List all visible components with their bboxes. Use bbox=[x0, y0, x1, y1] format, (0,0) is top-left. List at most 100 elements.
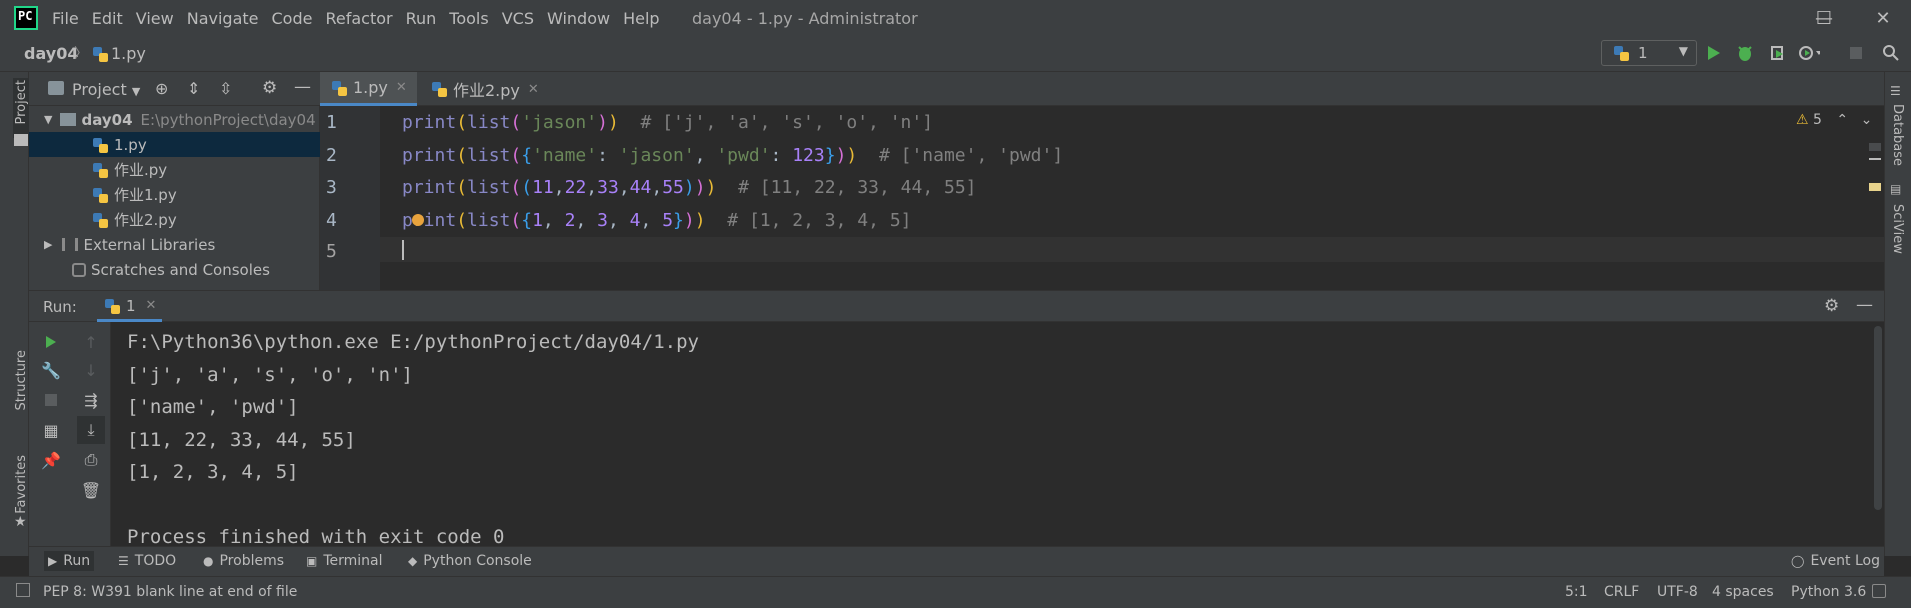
tree-file-zuoye2[interactable]: 作业2.py bbox=[29, 207, 320, 232]
close-icon[interactable]: ✕ bbox=[528, 82, 539, 97]
terminal-tool-tab[interactable]: ▣ Terminal bbox=[306, 551, 383, 571]
project-tool-button[interactable]: Project bbox=[14, 80, 29, 124]
expand-all-icon[interactable]: ⇕ bbox=[187, 79, 200, 98]
file-name: 作业.py bbox=[114, 161, 168, 179]
inspection-widget[interactable]: ⚠ 5 ⌃ ⌄ bbox=[1796, 112, 1872, 128]
menu-view[interactable]: View bbox=[136, 9, 174, 28]
tab-label: 作业2.py bbox=[453, 81, 520, 100]
tree-scratches[interactable]: Scratches and Consoles bbox=[29, 257, 320, 282]
soft-wrap-icon[interactable]: ⇶ bbox=[77, 386, 105, 414]
tab-1-py[interactable]: 1.py ✕ bbox=[320, 72, 417, 106]
menu-refactor[interactable]: Refactor bbox=[325, 9, 392, 28]
console-scrollbar[interactable] bbox=[1874, 326, 1882, 510]
collapse-all-icon[interactable]: ⇳ bbox=[219, 79, 232, 98]
locate-icon[interactable]: ⊕ bbox=[155, 79, 168, 98]
debug-icon[interactable] bbox=[1734, 42, 1756, 64]
console-line: [1, 2, 3, 4, 5] bbox=[127, 461, 299, 483]
tree-label: External Libraries bbox=[83, 235, 216, 254]
project-view-icon bbox=[48, 81, 64, 95]
sciview-tool-button[interactable]: SciView bbox=[1890, 204, 1905, 254]
menu-vcs[interactable]: VCS bbox=[502, 9, 534, 28]
library-icon bbox=[62, 238, 79, 251]
event-log-tool-tab[interactable]: ◯ Event Log bbox=[1791, 551, 1880, 571]
run-console[interactable] bbox=[111, 322, 1884, 546]
breadcrumb-project[interactable]: day04 bbox=[24, 44, 78, 63]
run-configuration-select[interactable]: 1 ▼ bbox=[1601, 40, 1697, 66]
chevron-down-icon[interactable]: ⌄ bbox=[1861, 112, 1873, 128]
favorites-tool-button[interactable]: Favorites bbox=[14, 455, 29, 514]
coverage-icon[interactable] bbox=[1766, 42, 1788, 64]
folder-name: day04 bbox=[81, 110, 133, 129]
hide-panel-icon[interactable]: — bbox=[294, 77, 311, 97]
menu-window[interactable]: Window bbox=[547, 9, 610, 28]
line-separator[interactable]: CRLF bbox=[1604, 584, 1639, 600]
problems-tool-tab[interactable]: ● Problems bbox=[203, 551, 284, 571]
menu-code[interactable]: Code bbox=[272, 9, 313, 28]
run-tool-tab[interactable]: ▶ Run bbox=[44, 551, 95, 571]
project-view-select[interactable]: Project ▼ bbox=[72, 80, 140, 99]
python-console-tool-tab[interactable]: ◆ Python Console bbox=[408, 551, 532, 571]
tree-file-1[interactable]: 1.py bbox=[29, 132, 320, 157]
stop-icon[interactable] bbox=[37, 386, 65, 414]
sciview-icon: ▤ bbox=[1890, 182, 1902, 196]
layout-icon[interactable]: ▦ bbox=[37, 416, 65, 444]
pin-icon[interactable]: 📌 bbox=[37, 446, 65, 474]
wrench-icon[interactable]: 🔧 bbox=[37, 356, 65, 384]
tree-external-libraries[interactable]: ▶ External Libraries bbox=[29, 232, 320, 257]
search-icon[interactable] bbox=[1880, 42, 1902, 64]
tree-file-zuoye1[interactable]: 作业1.py bbox=[29, 182, 320, 207]
run-panel-header bbox=[29, 290, 1884, 322]
run-tab[interactable]: 1 ✕ bbox=[97, 292, 163, 322]
tree-root-folder[interactable]: ▼ day04 E:\pythonProject\day04 bbox=[29, 107, 320, 132]
caret-position[interactable]: 5:1 bbox=[1565, 584, 1588, 600]
close-button[interactable]: ✕ bbox=[1855, 0, 1911, 36]
trash-icon[interactable]: 🗑 bbox=[77, 476, 105, 504]
folder-path: E:\pythonProject\day04 bbox=[140, 110, 316, 129]
lock-icon[interactable] bbox=[1872, 584, 1886, 598]
chevron-up-icon[interactable]: ⌃ bbox=[1836, 112, 1848, 128]
run-toolbar-secondary: ↑ ↓ ⇶ ⤓ ⎙ 🗑 bbox=[71, 322, 111, 546]
python-interpreter[interactable]: Python 3.6 bbox=[1791, 584, 1866, 600]
close-icon[interactable]: ✕ bbox=[146, 298, 157, 313]
database-tool-button[interactable]: Database bbox=[1890, 104, 1905, 166]
chevron-down-icon: ▼ bbox=[1678, 44, 1688, 58]
menu-navigate[interactable]: Navigate bbox=[187, 9, 259, 28]
stop-icon[interactable] bbox=[1845, 42, 1867, 64]
breadcrumb-file[interactable]: 1.py bbox=[111, 44, 146, 63]
menu-edit[interactable]: Edit bbox=[92, 9, 123, 28]
tool-label: Run bbox=[63, 553, 91, 569]
file-encoding[interactable]: UTF-8 bbox=[1657, 584, 1698, 600]
tool-label: Terminal bbox=[323, 553, 383, 569]
code-line-3: print(list((11,22,33,44,55))) # [11, 22,… bbox=[402, 177, 977, 198]
tool-label: TODO bbox=[134, 553, 177, 569]
menu-run[interactable]: Run bbox=[406, 9, 437, 28]
arrow-down-icon[interactable]: ↓ bbox=[77, 356, 105, 384]
status-message: PEP 8: W391 blank line at end of file bbox=[43, 584, 298, 600]
toggle-tool-windows-icon[interactable] bbox=[16, 583, 30, 597]
todo-tool-tab[interactable]: ☰ TODO bbox=[118, 551, 176, 571]
rerun-icon[interactable] bbox=[37, 328, 65, 356]
arrow-up-icon[interactable]: ↑ bbox=[77, 328, 105, 356]
menu-tools[interactable]: Tools bbox=[449, 9, 488, 28]
menu-file[interactable]: File bbox=[52, 9, 79, 28]
profile-icon[interactable] bbox=[1798, 42, 1820, 64]
structure-tool-button[interactable]: Structure bbox=[14, 350, 29, 410]
indent-setting[interactable]: 4 spaces bbox=[1712, 584, 1774, 600]
scroll-to-end-icon[interactable]: ⤓ bbox=[77, 416, 105, 444]
run-icon[interactable] bbox=[1703, 42, 1725, 64]
console-line: Process finished with exit code 0 bbox=[127, 526, 505, 548]
warning-marker bbox=[1869, 183, 1881, 191]
gear-icon[interactable]: ⚙ bbox=[1824, 296, 1839, 316]
python-icon bbox=[103, 297, 121, 315]
maximize-button[interactable]: ☐ bbox=[1796, 0, 1852, 36]
lightbulb-icon[interactable] bbox=[412, 214, 424, 226]
code-editor[interactable] bbox=[380, 106, 1884, 290]
close-icon[interactable]: ✕ bbox=[396, 80, 407, 95]
tree-file-zuoye[interactable]: 作业.py bbox=[29, 157, 320, 182]
gear-icon[interactable]: ⚙ bbox=[262, 78, 277, 98]
hide-panel-icon[interactable]: — bbox=[1856, 295, 1873, 315]
menu-help[interactable]: Help bbox=[623, 9, 659, 28]
print-icon[interactable]: ⎙ bbox=[77, 446, 105, 474]
console-line: [11, 22, 33, 44, 55] bbox=[127, 429, 356, 451]
tab-zuoye2-py[interactable]: 作业2.py ✕ bbox=[420, 72, 549, 106]
